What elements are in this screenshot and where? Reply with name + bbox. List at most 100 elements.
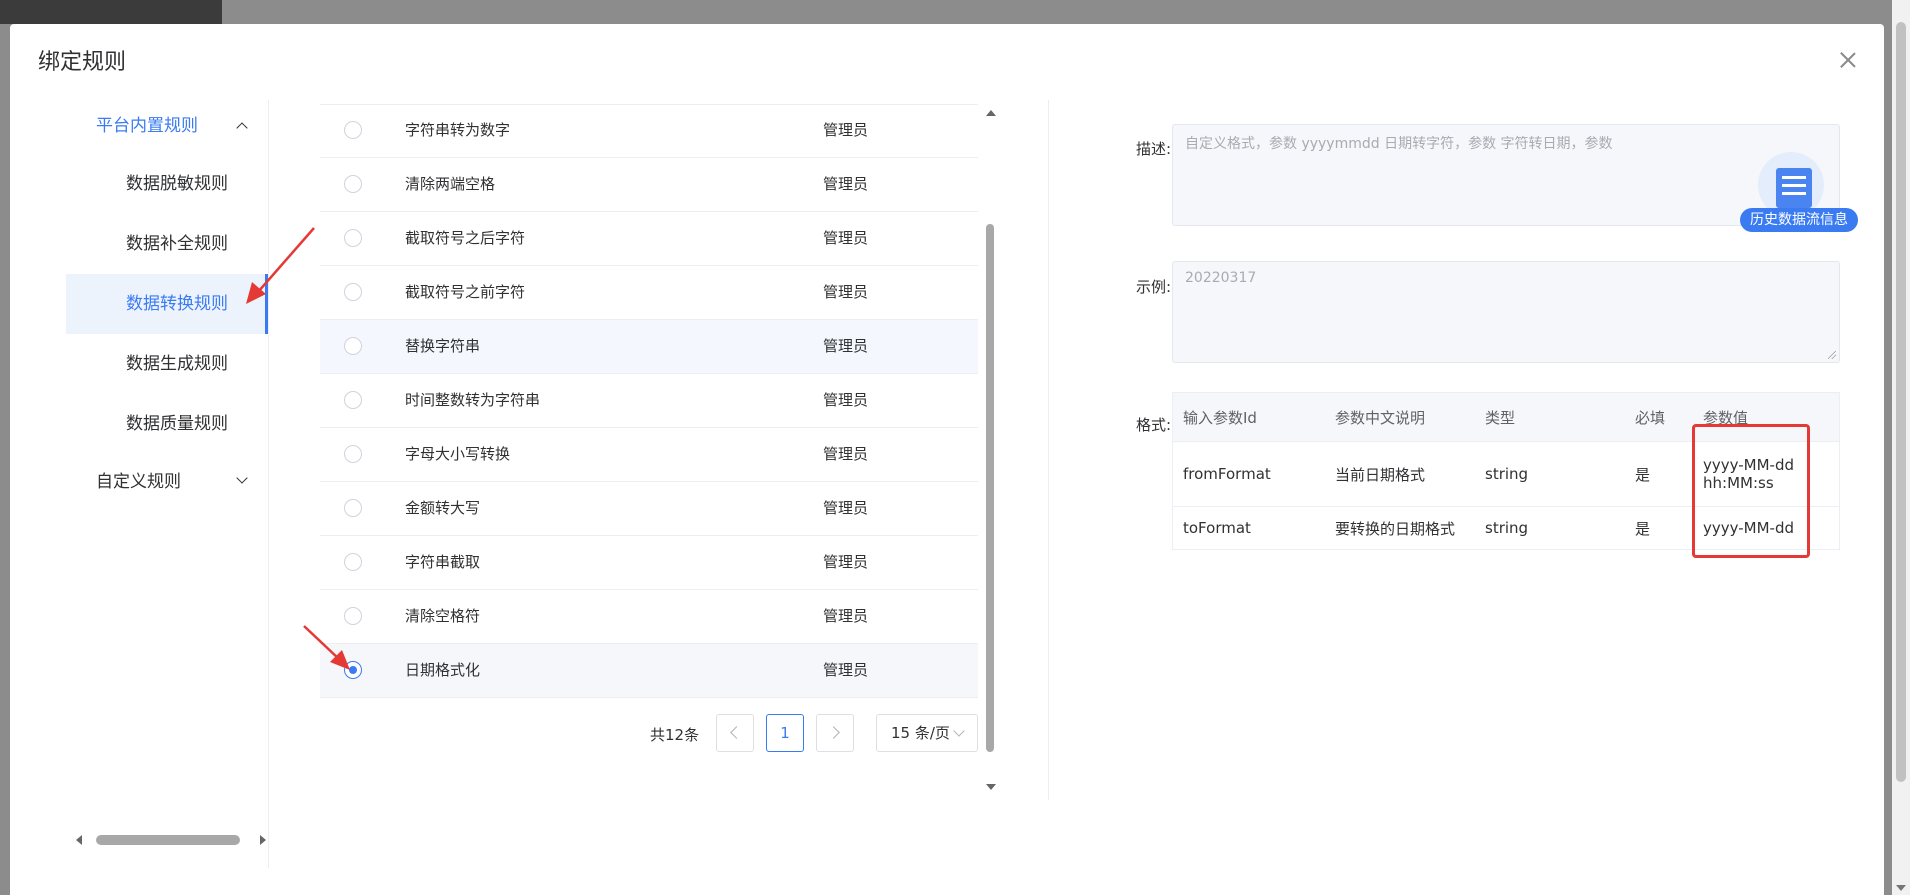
rule-name: 金额转大写 xyxy=(405,499,481,517)
browser-tab-area xyxy=(0,0,222,24)
menu-group-builtin[interactable]: 平台内置规则 xyxy=(66,98,268,154)
format-label: 格式: xyxy=(1136,416,1172,434)
rule-row[interactable]: 替换字符串 管理员 xyxy=(320,320,978,374)
rule-name: 字符串转为数字 xyxy=(405,121,511,139)
radio-icon[interactable] xyxy=(344,337,362,355)
radio-icon[interactable] xyxy=(344,553,362,571)
pagination-total: 共12条 xyxy=(650,726,700,744)
col-param-id: 输入参数Id xyxy=(1172,392,1325,442)
scroll-down-icon[interactable] xyxy=(986,784,996,790)
rule-owner: 管理员 xyxy=(823,337,869,355)
col-type: 类型 xyxy=(1475,392,1625,442)
col-param-desc: 参数中文说明 xyxy=(1325,392,1475,442)
rule-name: 日期格式化 xyxy=(405,661,481,679)
page-size-value: 15 条/页 xyxy=(891,724,950,742)
rule-name: 清除两端空格 xyxy=(405,175,496,193)
rule-owner: 管理员 xyxy=(823,553,869,571)
rule-owner: 管理员 xyxy=(823,175,869,193)
rule-name: 清除空格符 xyxy=(405,607,481,625)
page-scrollbar[interactable] xyxy=(1892,0,1910,895)
rule-owner: 管理员 xyxy=(823,445,869,463)
prev-page-button[interactable] xyxy=(716,714,754,752)
radio-icon[interactable] xyxy=(344,445,362,463)
radio-icon[interactable] xyxy=(344,283,362,301)
page-scroll-down-icon[interactable] xyxy=(1896,885,1906,891)
description-text: 自定义格式，参数 yyyymmdd 日期转字符，参数 字符转日期，参数 xyxy=(1185,136,1613,152)
param-required: 是 xyxy=(1625,506,1693,550)
description-label: 描述: xyxy=(1136,140,1172,158)
menu-group-custom[interactable]: 自定义规则 xyxy=(66,454,268,510)
scrollbar-thumb[interactable] xyxy=(986,224,994,752)
rule-list-scrollbar[interactable] xyxy=(984,110,998,790)
page-scrollbar-thumb[interactable] xyxy=(1896,22,1906,782)
rule-list: 字符串转为数字 管理员 清除两端空格 管理员 截取符号之后字符 管理员 截取符号… xyxy=(320,104,978,698)
radio-icon[interactable] xyxy=(344,391,362,409)
rule-owner: 管理员 xyxy=(823,229,869,247)
next-page-button[interactable] xyxy=(816,714,854,752)
scroll-left-icon[interactable] xyxy=(76,835,82,845)
rule-row-selected[interactable]: 日期格式化 管理员 xyxy=(320,644,978,698)
radio-icon[interactable] xyxy=(344,607,362,625)
example-field[interactable]: 20220317 xyxy=(1172,261,1840,363)
scrollbar-thumb[interactable] xyxy=(96,835,240,845)
chevron-right-icon xyxy=(827,726,840,739)
param-desc: 要转换的日期格式 xyxy=(1325,506,1475,550)
example-text: 20220317 xyxy=(1185,270,1257,286)
dialog-title: 绑定规则 xyxy=(38,50,127,75)
param-type: string xyxy=(1475,506,1625,550)
rule-row[interactable]: 字符串转为数字 管理员 xyxy=(320,104,978,158)
rule-name: 字符串截取 xyxy=(405,553,481,571)
rule-row[interactable]: 金额转大写 管理员 xyxy=(320,482,978,536)
page-number-button[interactable]: 1 xyxy=(766,714,804,752)
menu-horizontal-scrollbar[interactable] xyxy=(76,832,266,848)
radio-icon[interactable] xyxy=(344,121,362,139)
radio-icon[interactable] xyxy=(344,499,362,517)
rule-owner: 管理员 xyxy=(823,391,869,409)
resize-grip-icon[interactable] xyxy=(1828,351,1836,359)
rule-name: 截取符号之前字符 xyxy=(405,283,526,301)
param-desc: 当前日期格式 xyxy=(1325,441,1475,507)
rule-row[interactable]: 截取符号之后字符 管理员 xyxy=(320,212,978,266)
rule-row[interactable]: 字母大小写转换 管理员 xyxy=(320,428,978,482)
rule-row[interactable]: 时间整数转为字符串 管理员 xyxy=(320,374,978,428)
history-dataflow-label: 历史数据流信息 xyxy=(1740,208,1858,232)
param-type: string xyxy=(1475,441,1625,507)
rule-row[interactable]: 截取符号之前字符 管理员 xyxy=(320,266,978,320)
rule-owner: 管理员 xyxy=(823,607,869,625)
col-required: 必填 xyxy=(1625,392,1693,442)
chevron-down-icon xyxy=(953,725,965,737)
page-size-select[interactable]: 15 条/页 xyxy=(876,714,978,752)
menu-divider xyxy=(268,100,269,868)
rule-owner: 管理员 xyxy=(823,283,869,301)
close-icon[interactable] xyxy=(1840,52,1856,68)
menu-item-generation[interactable]: 数据生成规则 xyxy=(66,334,268,394)
rule-owner: 管理员 xyxy=(823,499,869,517)
rule-name: 替换字符串 xyxy=(405,337,481,355)
menu-item-masking[interactable]: 数据脱敏规则 xyxy=(66,154,268,214)
rule-row[interactable]: 清除空格符 管理员 xyxy=(320,590,978,644)
chevron-left-icon xyxy=(730,726,743,739)
radio-icon[interactable] xyxy=(344,229,362,247)
rule-row[interactable]: 字符串截取 管理员 xyxy=(320,536,978,590)
param-id: fromFormat xyxy=(1172,441,1325,507)
rule-owner: 管理员 xyxy=(823,661,869,679)
history-dataflow-button[interactable]: 历史数据流信息 xyxy=(1740,152,1858,236)
document-icon xyxy=(1776,168,1812,208)
rule-row[interactable]: 清除两端空格 管理员 xyxy=(320,158,978,212)
radio-icon[interactable] xyxy=(344,175,362,193)
menu-item-quality[interactable]: 数据质量规则 xyxy=(66,394,268,454)
scroll-right-icon[interactable] xyxy=(260,835,266,845)
scroll-up-icon[interactable] xyxy=(986,110,996,116)
rule-name: 截取符号之后字符 xyxy=(405,229,526,247)
radio-icon[interactable] xyxy=(344,661,362,679)
description-field[interactable]: 自定义格式，参数 yyyymmdd 日期转字符，参数 字符转日期，参数 xyxy=(1172,124,1840,226)
menu-group-label: 平台内置规则 xyxy=(96,116,198,136)
rule-category-menu: 平台内置规则 数据脱敏规则 数据补全规则 数据转换规则 数据生成规则 数据质量规… xyxy=(66,98,268,510)
rule-owner: 管理员 xyxy=(823,121,869,139)
chevron-down-icon xyxy=(236,472,248,484)
menu-item-conversion[interactable]: 数据转换规则 xyxy=(66,274,268,334)
menu-item-completion[interactable]: 数据补全规则 xyxy=(66,214,268,274)
chevron-up-icon xyxy=(236,122,248,134)
param-required: 是 xyxy=(1625,441,1693,507)
rule-name: 字母大小写转换 xyxy=(405,445,511,463)
